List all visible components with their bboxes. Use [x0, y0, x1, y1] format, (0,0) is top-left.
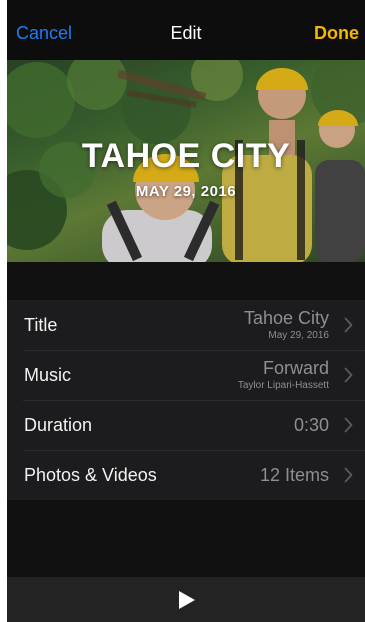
music-row-artist: Taylor Lipari-Hassett — [237, 380, 329, 391]
duration-row-value: 0:30 — [293, 415, 329, 435]
section-spacer — [7, 262, 365, 300]
music-row[interactable]: Music Forward Taylor Lipari-Hassett — [7, 350, 365, 400]
navigation-bar: Cancel Edit Done — [7, 0, 365, 60]
memory-title-overlay: TAHOE CITY — [81, 137, 291, 175]
empty-area — [7, 500, 365, 577]
photos-videos-row[interactable]: Photos & Videos 12 Items — [7, 450, 365, 500]
title-row-subtitle: May 29, 2016 — [268, 330, 329, 341]
chevron-right-icon — [344, 467, 353, 483]
music-row-value: Forward — [262, 358, 329, 378]
page-title: Edit — [170, 23, 202, 43]
photos-videos-row-value: 12 Items — [259, 465, 329, 485]
chevron-right-icon — [344, 417, 353, 433]
phone-screen: Cancel Edit Done TAHOE CITY MAY 29, 2016… — [7, 0, 365, 622]
chevron-right-icon — [344, 367, 353, 383]
play-icon[interactable] — [175, 589, 197, 611]
duration-row-label: Duration — [24, 415, 93, 435]
settings-list: Title Tahoe City May 29, 2016 Music Forw… — [7, 300, 365, 500]
music-row-label: Music — [24, 365, 72, 385]
photos-videos-row-label: Photos & Videos — [24, 465, 157, 485]
chevron-right-icon — [344, 317, 353, 333]
memory-cover-image[interactable]: TAHOE CITY MAY 29, 2016 — [7, 60, 365, 262]
title-row-label: Title — [24, 315, 58, 335]
done-button[interactable]: Done — [314, 22, 359, 44]
memory-date-overlay: MAY 29, 2016 — [135, 183, 237, 200]
title-row[interactable]: Title Tahoe City May 29, 2016 — [7, 300, 365, 350]
bottom-toolbar — [7, 577, 365, 622]
duration-row[interactable]: Duration 0:30 — [7, 400, 365, 450]
title-row-value: Tahoe City — [243, 308, 329, 328]
